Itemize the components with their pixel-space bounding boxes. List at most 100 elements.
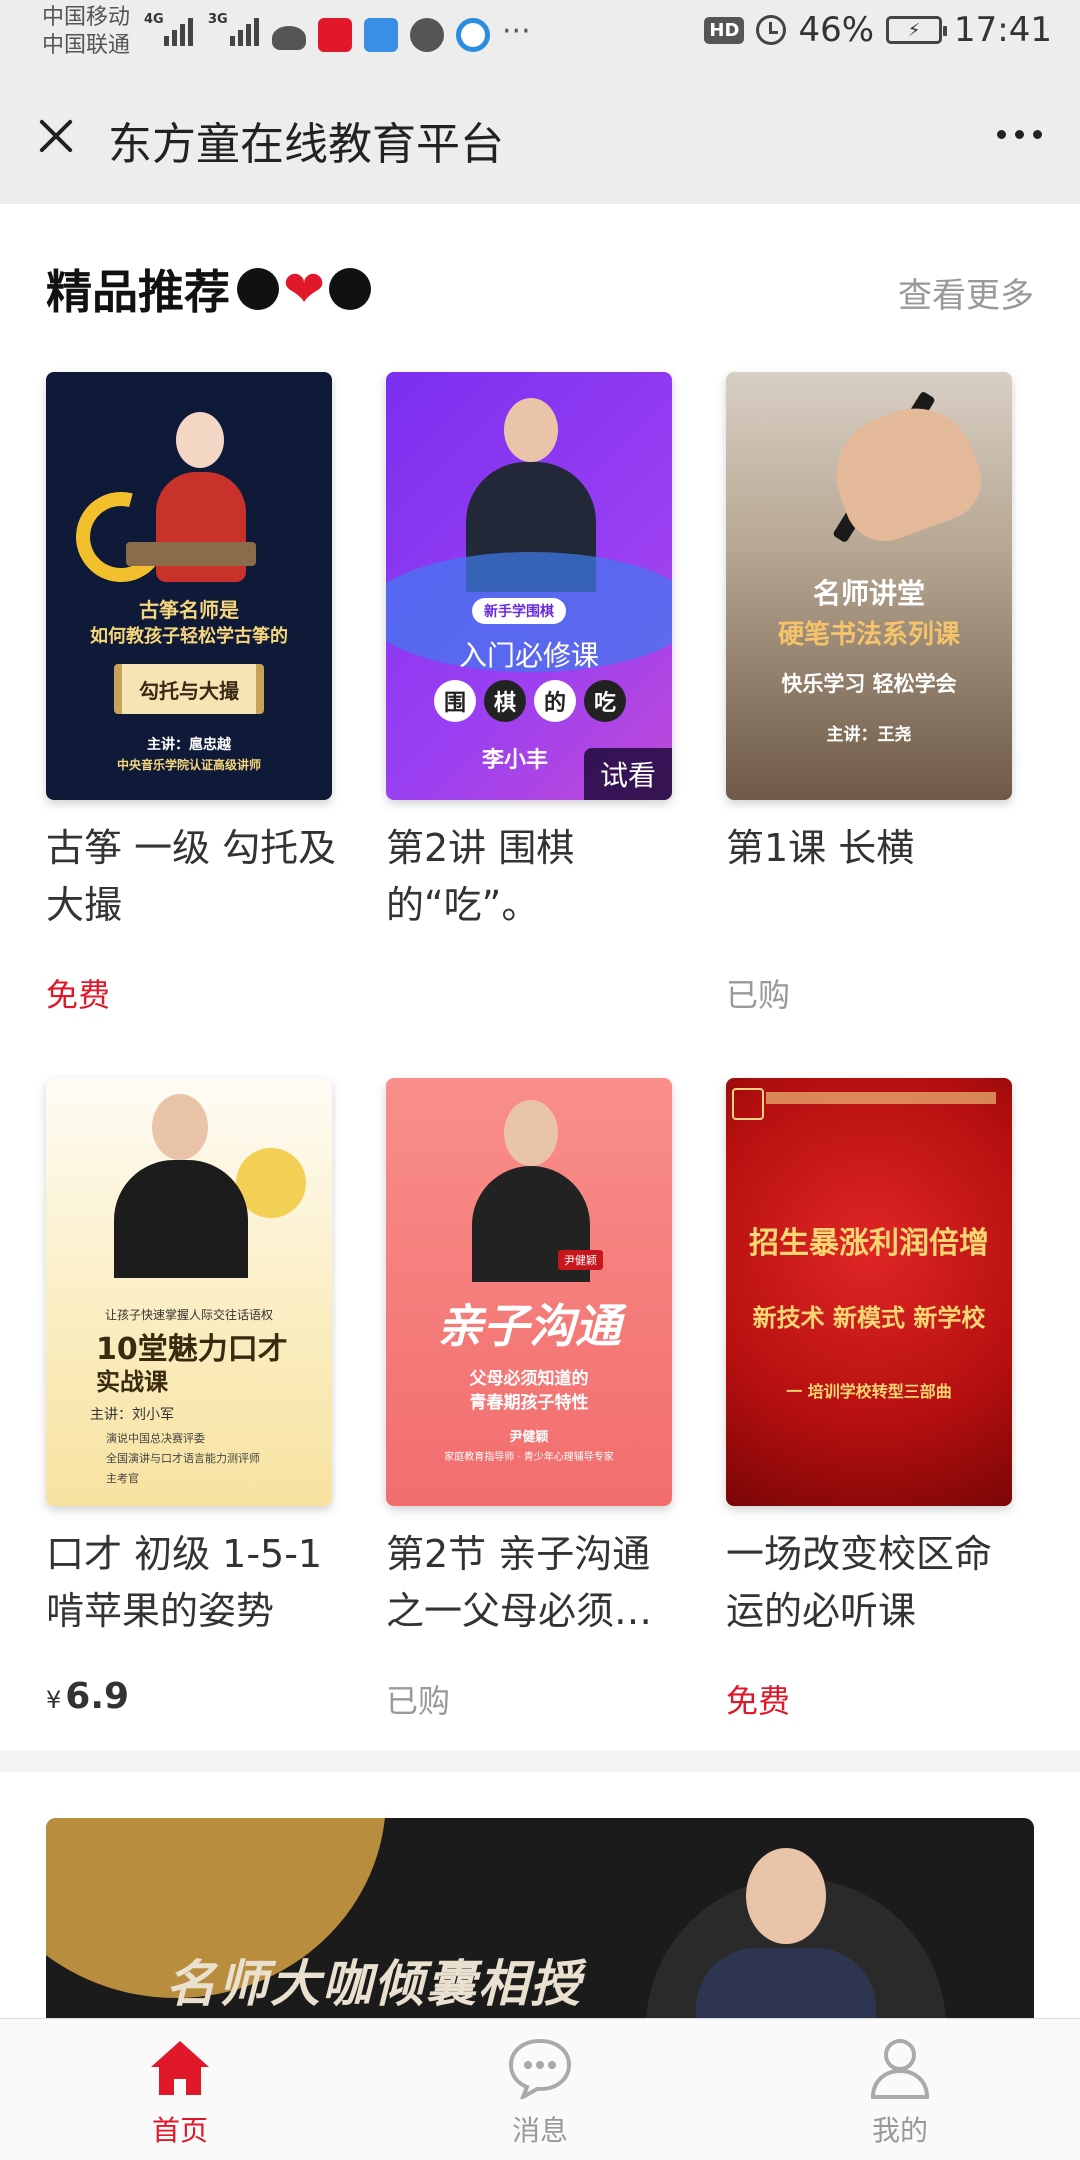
chat-bubble-icon [410,18,444,52]
cover-text: 入门必修课 [458,639,599,672]
carrier-names: 中国移动 中国联通 [42,4,130,60]
course-title[interactable]: 一场改变校区命运的必听课 [726,1526,1022,1640]
message-icon [507,2037,573,2102]
cover-tag: 新手学围棋 [472,598,566,624]
cover-text: 演说中国总决赛评委 [106,1432,205,1445]
price-value: 6.9 [65,1676,130,1717]
course-card[interactable]: 新手学围棋 入门必修课 围 棋 的 吃 李小丰 试看 第2讲 围棋的“吃”。 [386,372,672,970]
school-name-strip [766,1092,996,1104]
course-cover[interactable]: 尹健颖 亲子沟通 父母必须知道的 青春期孩子特性 尹健颖 家庭教育指导师 · 青… [386,1078,672,1506]
decoration-icons: ❤ [237,264,371,314]
wallet-icon [364,18,398,52]
nav-mine-label: 我的 [871,2114,928,2147]
title-bar: 东方童在线教育平台 [0,68,1080,204]
page-title: 东方童在线教育平台 [108,119,504,170]
nav-mine[interactable]: 我的 [810,2037,990,2149]
cover-text: 全国演讲与口才语言能力测评师 [106,1452,260,1465]
cover-scroll: 勾托与大撮 [114,664,264,714]
course-cover[interactable]: 招生暴涨利润倍增 新技术 新模式 新学校 一 培训学校转型三部曲 [726,1078,1012,1506]
course-card[interactable]: 古筝名师是 如何教孩子轻松学古筝的 勾托与大撮 主讲：扈忠越 中央音乐学院认证高… [46,372,336,1016]
course-card[interactable]: 名师讲堂 硬笔书法系列课 快乐学习 轻松学会 主讲：王尧 第1课 长横 已购 [726,372,1012,1016]
cover-text: 快乐学习 轻松学会 [781,672,957,696]
cover-name-tag: 尹健颖 [558,1250,603,1270]
signal-icon-2 [230,18,259,46]
trial-badge[interactable]: 试看 [583,748,672,800]
hd-badge: HD [704,16,745,44]
course-title[interactable]: 第2讲 围棋的“吃”。 [386,820,682,934]
status-bar: 中国移动 中国联通 4G 3G ··· HD 46% ⚡ 17:41 [0,0,1080,68]
cover-text: 如何教孩子轻松学古筝的 [90,626,288,647]
cover-text: 亲子沟通 [437,1299,621,1353]
heart-icon: ❤ [283,260,325,318]
course-price: 免费 [726,1682,791,1720]
cover-text: 招生暴涨利润倍增 [749,1226,989,1261]
course-title[interactable]: 口才 初级 1-5-1 啃苹果的姿势 [46,1526,342,1640]
clock: 17:41 [954,10,1052,50]
carrier-1: 中国移动 [42,5,131,30]
nav-home[interactable]: 首页 [90,2037,270,2149]
black-dot-icon [329,268,371,310]
cover-text: 尹健颖 [509,1430,549,1445]
course-card[interactable]: 尹健颖 亲子沟通 父母必须知道的 青春期孩子特性 尹健颖 家庭教育指导师 · 青… [386,1078,672,1722]
cover-text: 家庭教育指导师 · 青少年心理辅导专家 [444,1452,614,1463]
course-price: ¥6.9 [46,1676,332,1717]
course-cover[interactable]: 名师讲堂 硬笔书法系列课 快乐学习 轻松学会 主讲：王尧 [726,372,1012,800]
cover-teacher-name: 李小丰 [482,748,549,773]
course-cover[interactable]: 新手学围棋 入门必修课 围 棋 的 吃 李小丰 试看 [386,372,672,800]
black-dot-icon [237,268,280,310]
nav-home-label: 首页 [151,2114,208,2147]
nav-messages-label: 消息 [511,2114,568,2147]
course-card[interactable]: 招生暴涨利润倍增 新技术 新模式 新学校 一 培训学校转型三部曲 一场改变校区命… [726,1078,1012,1722]
course-title[interactable]: 第1课 长横 [726,820,1022,934]
nav-messages[interactable]: 消息 [450,2037,630,2149]
course-title[interactable]: 古筝 一级 勾托及大撮 [46,820,342,934]
close-icon[interactable] [36,116,76,156]
cover-text: 父母必须知道的 [469,1369,589,1389]
course-title[interactable]: 第2节 亲子沟通之一父母必须… [386,1526,682,1640]
cover-text: 青春期孩子特性 [469,1393,589,1413]
user-icon [867,2037,933,2099]
cover-text: 名师讲堂 [812,577,925,610]
teacher-figure [106,1088,256,1278]
section-title: 精品推荐 [46,265,230,319]
course-cover[interactable]: 古筝名师是 如何教孩子轻松学古筝的 勾托与大撮 主讲：扈忠越 中央音乐学院认证高… [46,372,332,800]
cover-text: 主讲：刘小军 [90,1407,174,1423]
course-price: 已购 [386,1682,451,1720]
section-header: 精品推荐 ❤ 查看更多 [46,256,1034,326]
more-options-icon[interactable] [997,130,1042,139]
course-price: 已购 [726,976,791,1014]
alarm-icon [756,15,787,45]
app-notification-icon [318,18,352,52]
network-type-1: 4G [144,12,164,27]
bottom-nav: 首页 消息 我的 [0,2018,1080,2160]
more-notifications-icon: ··· [502,14,531,49]
banner-text: 名师大咖倾囊相授 [166,1955,582,2013]
browser-icon [456,18,490,52]
see-more-link[interactable]: 查看更多 [898,268,1034,317]
carrier-2: 中国联通 [42,33,131,58]
course-price: 免费 [46,976,111,1014]
course-cover[interactable]: 让孩子快速掌握人际交往话语权 10堂魅力口才 实战课 主讲：刘小军 演说中国总决… [46,1078,332,1506]
cover-text: 一 培训学校转型三部曲 [786,1382,952,1401]
course-card[interactable]: 让孩子快速掌握人际交往话语权 10堂魅力口才 实战课 主讲：刘小军 演说中国总决… [46,1078,332,1717]
cover-text: 硬笔书法系列课 [777,620,960,650]
cover-text: 古筝名师是 [139,598,239,622]
school-seal-icon [732,1088,764,1120]
performer-figure [126,392,256,592]
home-icon [147,2037,213,2099]
cover-text: 主讲：扈忠越 [147,737,231,753]
cover-text: 主讲：王尧 [826,725,912,745]
cover-text: 主考官 [106,1472,139,1485]
currency-symbol: ¥ [46,1686,62,1714]
section-divider [0,1750,1080,1772]
cover-text: 新技术 新模式 新学校 [752,1304,986,1332]
cover-text: 让孩子快速掌握人际交往话语权 [104,1308,273,1322]
go-stones: 围 棋 的 吃 [434,680,626,722]
signal-icon [164,18,193,46]
network-type-2: 3G [208,12,228,27]
battery-icon: ⚡ [886,16,948,44]
cloud-icon [272,26,306,50]
cover-text: 实战课 [96,1368,168,1396]
cover-text: 中央音乐学院认证高级讲师 [116,758,261,772]
battery-percent: 46% [798,10,875,50]
